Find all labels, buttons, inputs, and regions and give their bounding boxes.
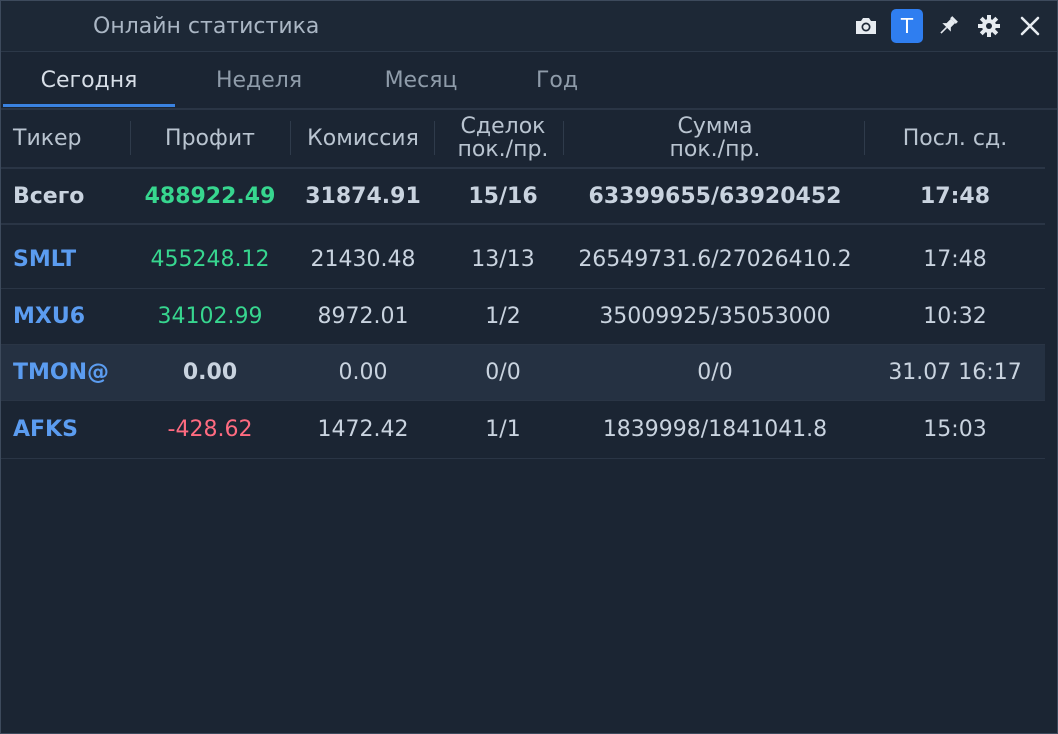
last-trade-cell: 15:03 xyxy=(923,417,987,442)
trades-cell: 1/2 xyxy=(485,304,521,329)
column-header-last-trade[interactable]: Посл. сд. xyxy=(865,109,1045,167)
t-badge: T xyxy=(891,9,923,43)
profit-cell: 455248.12 xyxy=(150,247,270,272)
last-trade-cell: 31.07 16:17 xyxy=(888,360,1022,385)
column-header-sum[interactable]: Сумма пок./пр. xyxy=(565,109,865,167)
ticker-cell[interactable]: SMLT xyxy=(1,231,131,288)
table-row[interactable]: TMON@ 0.00 0.00 0/0 0/0 31.07 16:17 xyxy=(1,345,1045,401)
column-header-commission[interactable]: Комиссия xyxy=(291,109,435,167)
sum-cell: 35009925/35053000 xyxy=(599,304,831,329)
close-icon[interactable] xyxy=(1013,9,1047,43)
total-sum: 63399655/63920452 xyxy=(588,183,842,209)
commission-cell: 8972.01 xyxy=(317,304,409,329)
column-header-sum-line1: Сумма xyxy=(677,114,753,139)
camera-icon[interactable] xyxy=(849,9,883,43)
last-trade-cell: 10:32 xyxy=(923,304,987,329)
column-header-trades[interactable]: Сделок пок./пр. xyxy=(435,109,571,167)
trades-cell: 1/1 xyxy=(485,417,521,442)
total-row: Всего 488922.49 31874.91 15/16 63399655/… xyxy=(1,169,1045,225)
column-header-trades-line2: пок./пр. xyxy=(457,137,549,162)
tab-year[interactable]: Год xyxy=(499,52,615,108)
sum-cell: 0/0 xyxy=(697,360,733,385)
table-row[interactable]: SMLT 455248.12 21430.48 13/13 26549731.6… xyxy=(1,231,1045,289)
ticker-cell[interactable]: MXU6 xyxy=(1,289,131,344)
last-trade-cell: 17:48 xyxy=(923,247,987,272)
tab-month[interactable]: Месяц xyxy=(343,52,499,108)
commission-cell: 21430.48 xyxy=(310,247,416,272)
tab-today[interactable]: Сегодня xyxy=(3,52,175,108)
table-header: Тикер Профит Комиссия Сделок пок./пр. Су… xyxy=(1,109,1045,169)
title-bar-icons: T xyxy=(842,9,1047,43)
window-title: Онлайн статистика xyxy=(93,14,320,39)
t-badge-button[interactable]: T xyxy=(890,9,924,43)
table-row[interactable]: MXU6 34102.99 8972.01 1/2 35009925/35053… xyxy=(1,289,1045,345)
total-last-trade: 17:48 xyxy=(919,183,991,209)
tab-week[interactable]: Неделя xyxy=(175,52,343,108)
total-commission: 31874.91 xyxy=(305,183,421,209)
total-label: Всего xyxy=(13,183,85,209)
total-trades: 15/16 xyxy=(468,183,538,209)
title-bar[interactable]: Онлайн статистика T xyxy=(1,1,1057,52)
sum-cell: 26549731.6/27026410.2 xyxy=(578,247,852,272)
table-row[interactable]: AFKS -428.62 1472.42 1/1 1839998/1841041… xyxy=(1,401,1045,459)
column-header-profit[interactable]: Профит xyxy=(131,109,289,167)
trades-cell: 13/13 xyxy=(471,247,535,272)
commission-cell: 0.00 xyxy=(338,360,388,385)
profit-cell: 34102.99 xyxy=(157,304,263,329)
settings-icon[interactable] xyxy=(972,9,1006,43)
ticker-cell[interactable]: TMON@ xyxy=(1,345,131,400)
column-header-sum-line2: пок./пр. xyxy=(669,137,761,162)
column-header-ticker[interactable]: Тикер xyxy=(1,109,131,167)
pin-icon[interactable] xyxy=(931,9,965,43)
sum-cell: 1839998/1841041.8 xyxy=(602,417,828,442)
column-separator[interactable] xyxy=(563,121,564,155)
period-tabs: Сегодня Неделя Месяц Год xyxy=(1,52,1057,110)
statistics-table: Тикер Профит Комиссия Сделок пок./пр. Су… xyxy=(1,109,1045,459)
column-header-trades-line1: Сделок xyxy=(460,114,546,139)
profit-cell: 0.00 xyxy=(182,360,238,385)
trades-cell: 0/0 xyxy=(485,360,521,385)
profit-cell: -428.62 xyxy=(167,417,253,442)
total-profit: 488922.49 xyxy=(144,183,276,209)
online-statistics-window: Онлайн статистика T Сегодня Неделя Месяц… xyxy=(0,0,1058,734)
commission-cell: 1472.42 xyxy=(317,417,409,442)
active-tab-indicator xyxy=(3,104,175,107)
ticker-cell[interactable]: AFKS xyxy=(1,401,131,458)
